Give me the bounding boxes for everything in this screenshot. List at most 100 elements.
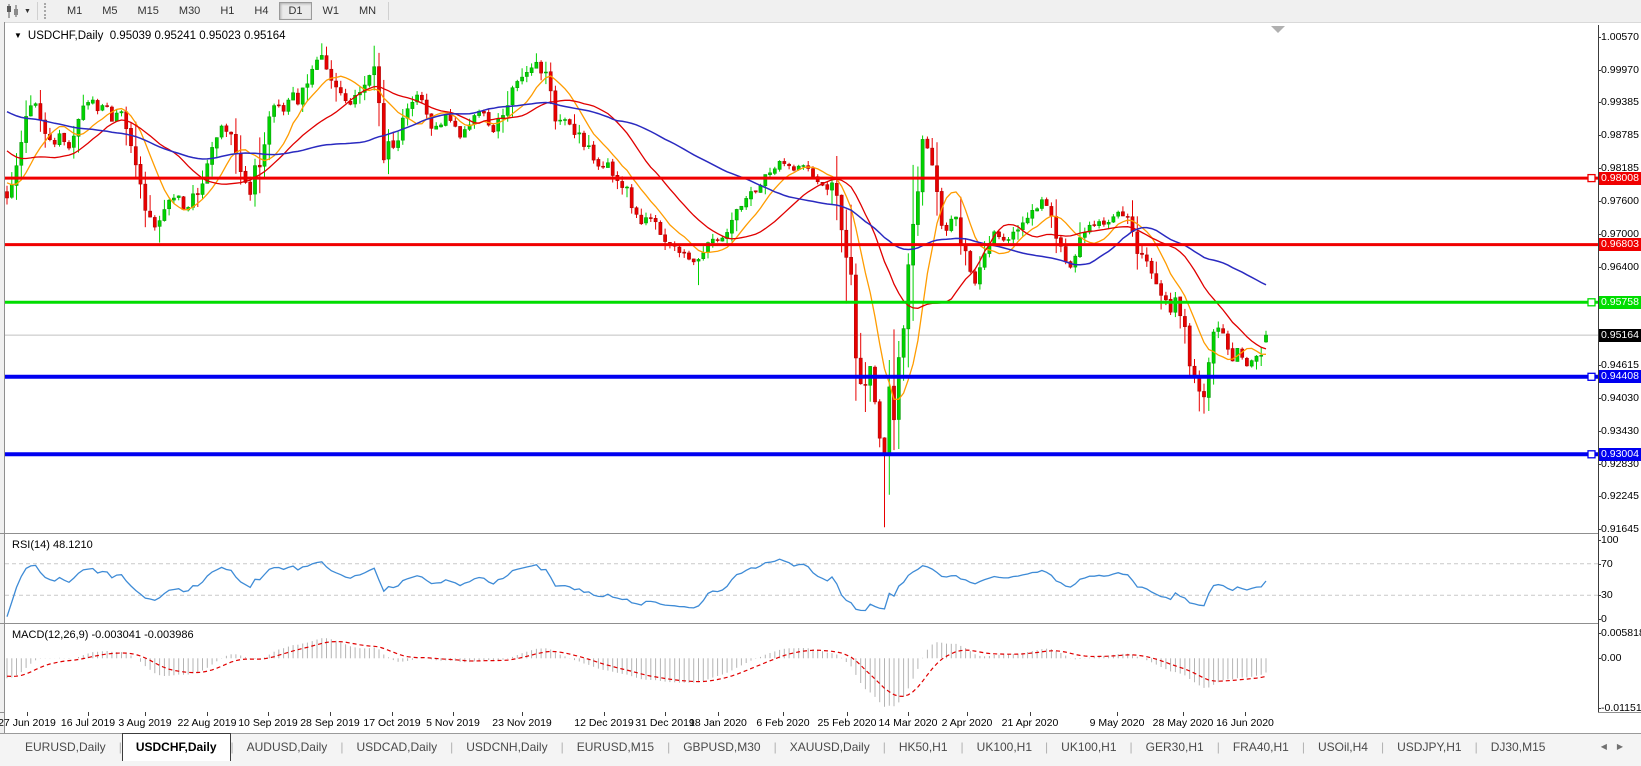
rsi-panel [5, 535, 1598, 622]
date-tick [330, 712, 331, 716]
mt4-terminal: ▼ M1 M5 M15 M30 H1 H4 D1 W1 MN ▼ USDCHF,Daily 0.9… [0, 0, 1641, 766]
price-tick-label: 0.92245 [1598, 490, 1641, 502]
date-tick-label: 10 Sep 2019 [238, 717, 298, 729]
chart-type-icon[interactable] [3, 3, 23, 19]
date-tick [783, 712, 784, 716]
tab-scroll-left-icon[interactable]: ◀ [1601, 742, 1617, 751]
macd-panel [5, 625, 1598, 712]
date-tick-label: 21 Apr 2020 [1001, 717, 1059, 729]
chart-title: ▼ USDCHF,Daily 0.95039 0.95241 0.95023 0.… [14, 30, 286, 42]
date-tick-label: 3 Aug 2019 [118, 717, 172, 729]
chart-symbol-label: USDCHF,Daily [27, 30, 104, 42]
chart-tab-hk50-h1[interactable]: HK50,H1 [886, 734, 961, 760]
chart-ohlc-quote: 0.95039 0.95241 0.95023 0.95164 [109, 30, 286, 42]
date-tick-label: 31 Dec 2019 [635, 717, 695, 729]
date-tick-label: 25 Feb 2020 [817, 717, 877, 729]
chart-tab-xauusd-daily[interactable]: XAUUSD,Daily [777, 734, 883, 760]
timeframe-button-m5[interactable]: M5 [93, 2, 126, 20]
chart-tab-eurusd-daily[interactable]: EURUSD,Daily [12, 734, 119, 760]
date-tick-label: 17 Oct 2019 [363, 717, 421, 729]
price-tick-label: 0.97600 [1598, 195, 1641, 207]
price-tick-label: 0.94030 [1598, 392, 1641, 404]
timeframe-button-m30[interactable]: M30 [170, 2, 209, 20]
main-chart-canvas[interactable] [5, 25, 1598, 532]
macd-indicator-label: MACD(12,26,9) -0.003041 -0.003986 [12, 629, 194, 641]
chart-tab-ger30-h1[interactable]: GER30,H1 [1133, 734, 1217, 760]
price-level-badge: 0.96803 [1599, 238, 1641, 252]
chart-tab-uk100-h1[interactable]: UK100,H1 [964, 734, 1045, 760]
timeframe-button-h1[interactable]: H1 [211, 2, 243, 20]
price-tick-label: 0.99970 [1598, 64, 1641, 76]
date-tick [604, 712, 605, 716]
date-tick-label: 23 Nov 2019 [492, 717, 552, 729]
price-level-badge: 0.94408 [1599, 370, 1641, 384]
price-tick-label: 0.00 [1598, 652, 1641, 664]
date-tick [1245, 712, 1246, 716]
chart-tab-uk100-h1[interactable]: UK100,H1 [1048, 734, 1129, 760]
timeframe-button-w1[interactable]: W1 [314, 2, 349, 20]
chart-tab-audusd-daily[interactable]: AUDUSD,Daily [234, 734, 341, 760]
date-tick [718, 712, 719, 716]
price-tick-label: 0.93430 [1598, 425, 1641, 437]
price-tick-label: 70 [1598, 558, 1641, 570]
date-tick [453, 712, 454, 716]
price-level-badge: 0.95758 [1599, 295, 1641, 309]
price-tick-label: 0 [1598, 613, 1641, 625]
date-tick [268, 712, 269, 716]
date-tick [1183, 712, 1184, 716]
chart-tab-eurusd-m15[interactable]: EURUSD,M15 [564, 734, 667, 760]
macd-canvas[interactable] [5, 625, 1598, 712]
toolbar-divider [388, 2, 390, 20]
timeframe-button-m15[interactable]: M15 [129, 2, 168, 20]
price-tick-label: 1.00570 [1598, 31, 1641, 43]
date-tick-label: 2 Apr 2020 [941, 717, 993, 729]
price-axis[interactable]: 1.00570 0.99970 0.99385 0.98785 0.98185 0.976… [1598, 25, 1641, 715]
date-tick [1117, 712, 1118, 716]
chart-tab-usoil-h4[interactable]: USOil,H4 [1305, 734, 1381, 760]
chart-tab-usdcad-daily[interactable]: USDCAD,Daily [343, 734, 450, 760]
timeframe-button-mn[interactable]: MN [350, 2, 385, 20]
chart-type-dropdown-icon[interactable]: ▼ [24, 8, 31, 15]
date-tick [27, 712, 28, 716]
rsi-canvas[interactable] [5, 535, 1598, 622]
date-tick-label: 6 Feb 2020 [756, 717, 810, 729]
chart-tab-fra40-h1[interactable]: FRA40,H1 [1220, 734, 1302, 760]
main-chart-panel [5, 25, 1598, 532]
timeframe-button-m1[interactable]: M1 [58, 2, 91, 20]
chart-tabs: EURUSD,Daily | USDCHF,Daily | AUDUSD,Daily | U… [12, 733, 1559, 761]
timeframe-button-d1[interactable]: D1 [279, 2, 312, 20]
chart-shift-marker-icon[interactable] [1271, 26, 1285, 33]
chart-tab-usdjpy-h1[interactable]: USDJPY,H1 [1384, 734, 1474, 760]
timeframe-buttons: M1 M5 M15 M30 H1 H4 D1 W1 MN [57, 2, 386, 20]
tab-scroll-right-icon[interactable]: ▶ [1617, 742, 1633, 751]
price-level-badge: 0.95164 [1599, 328, 1641, 342]
timeframe-button-h4[interactable]: H4 [245, 2, 277, 20]
date-tick [392, 712, 393, 716]
panel-splitter[interactable] [0, 533, 1641, 534]
chart-tab-bar: EURUSD,Daily | USDCHF,Daily | AUDUSD,Daily | U… [0, 733, 1641, 766]
date-tick-label: 28 Sep 2019 [300, 717, 360, 729]
price-tick-label: 0.99385 [1598, 96, 1641, 108]
panel-splitter[interactable] [0, 623, 1641, 624]
date-tick-label: 5 Nov 2019 [426, 717, 480, 729]
date-tick [207, 712, 208, 716]
date-tick [145, 712, 146, 716]
chart-tab-dj30-m15[interactable]: DJ30,M15 [1478, 734, 1559, 760]
chart-tab-usdchf-daily[interactable]: USDCHF,Daily [121, 733, 231, 761]
ohlc-expand-icon[interactable]: ▼ [14, 31, 22, 40]
toolbar-grip[interactable] [43, 3, 51, 19]
date-tick-label: 28 May 2020 [1152, 717, 1214, 729]
date-tick [1030, 712, 1031, 716]
price-level-badge: 0.98008 [1599, 171, 1641, 185]
price-tick-label: -0.011514 [1598, 702, 1641, 715]
rsi-indicator-label: RSI(14) 48.1210 [12, 539, 93, 551]
price-level-badge: 0.93004 [1599, 447, 1641, 461]
date-tick-label: 22 Aug 2019 [177, 717, 237, 729]
date-tick [522, 712, 523, 716]
date-tick-label: 16 Jul 2019 [60, 717, 116, 729]
date-tick-label: 12 Dec 2019 [574, 717, 634, 729]
date-tick [88, 712, 89, 716]
tab-scroll-arrows: ◀▶ [1601, 742, 1633, 751]
chart-tab-usdcnh-daily[interactable]: USDCNH,Daily [453, 734, 560, 760]
chart-tab-gbpusd-m30[interactable]: GBPUSD,M30 [670, 734, 773, 760]
